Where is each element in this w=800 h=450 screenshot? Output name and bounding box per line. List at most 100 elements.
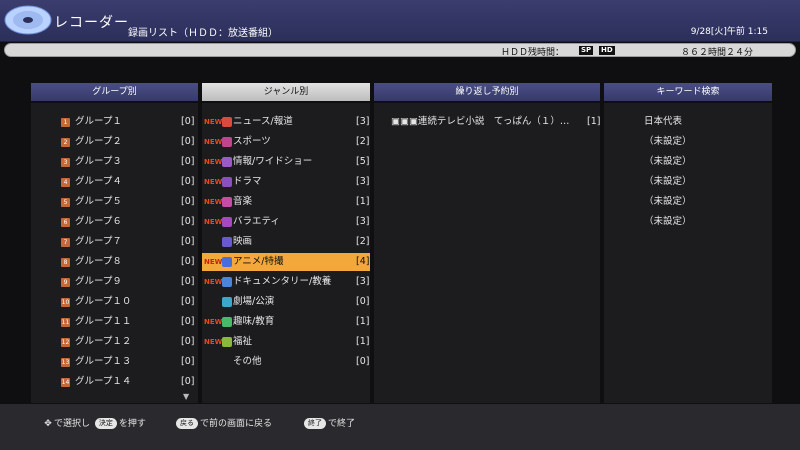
genre-row[interactable]: NEW 情報/ワイドショー [5]: [202, 153, 370, 171]
new-tag: NEW: [204, 118, 223, 126]
genre-row[interactable]: NEW アニメ/特撮 [4]: [202, 253, 370, 271]
genre-list: NEW ニュース/報道 [3] NEW スポーツ [2] NEW 情報/ワイドショー [5] NE…: [202, 103, 370, 403]
keyword-label: （未設定）: [644, 196, 692, 207]
cross-key-icon: ✥: [44, 418, 52, 429]
genre-count: [4]: [356, 256, 370, 267]
keyword-label: （未設定）: [644, 156, 692, 167]
group-row[interactable]: 2 グループ２ [0]: [61, 133, 196, 151]
genre-name: 趣味/教育: [233, 316, 275, 327]
datetime: 9/28[火]午前 1:15: [690, 27, 768, 37]
genre-row[interactable]: NEW ドラマ [3]: [202, 173, 370, 191]
tab-repeat[interactable]: 繰り返し予約別: [374, 83, 600, 101]
group-count: [0]: [181, 236, 195, 247]
list-title: 録画リスト（ＨＤＤ：放送番組）: [128, 28, 278, 39]
tab-group[interactable]: グループ別: [31, 83, 198, 101]
keyword-row[interactable]: （未設定）: [644, 193, 764, 211]
genre-row[interactable]: NEW スポーツ [2]: [202, 133, 370, 151]
hdd-remaining-bar: ＨＤＤ残時間： SP HD ８６２時間２４分: [4, 43, 796, 58]
group-row[interactable]: 14 グループ１４ [0]: [61, 373, 196, 391]
hint-back: 戻る で前の画面に戻る: [174, 416, 272, 429]
group-row[interactable]: 4 グループ４ [0]: [61, 173, 196, 191]
tab-genre[interactable]: ジャンル別: [202, 83, 370, 101]
genre-count: [0]: [356, 356, 370, 367]
genre-row[interactable]: NEW ドキュメンタリー/教養 [3]: [202, 273, 370, 291]
genre-icon: [222, 137, 232, 147]
group-name: グループ１４: [75, 376, 132, 387]
genre-name: 福祉: [233, 336, 253, 347]
genre-row[interactable]: NEW 趣味/教育 [1]: [202, 313, 370, 331]
genre-icon: [222, 237, 232, 247]
keyword-row[interactable]: （未設定）: [644, 213, 764, 231]
group-count: [0]: [181, 376, 195, 387]
group-number-badge: 5: [61, 198, 70, 207]
genre-icon: [222, 297, 232, 307]
group-number-badge: 13: [61, 358, 70, 367]
genre-name: スポーツ: [233, 136, 271, 147]
group-name: グループ８: [75, 256, 122, 267]
group-number-badge: 2: [61, 138, 70, 147]
group-count: [0]: [181, 136, 195, 147]
genre-name: その他: [233, 356, 262, 367]
group-row[interactable]: 8 グループ８ [0]: [61, 253, 196, 271]
genre-row[interactable]: その他 [0]: [202, 353, 370, 371]
genre-icon: [222, 217, 232, 227]
end-key-icon: 終了: [304, 418, 326, 429]
group-row[interactable]: 12 グループ１２ [0]: [61, 333, 196, 351]
hint-select: ✥ で選択し 決定 を押す: [42, 416, 146, 429]
new-tag: NEW: [204, 198, 223, 206]
group-name: グループ７: [75, 236, 122, 247]
group-number-badge: 10: [61, 298, 70, 307]
genre-icon: [222, 177, 232, 187]
repeat-row[interactable]: ▣▣▣連続テレビ小説 てっぱん（１）… [1]: [391, 113, 600, 131]
group-count: [0]: [181, 296, 195, 307]
genre-row[interactable]: NEW 福祉 [1]: [202, 333, 370, 351]
new-tag: NEW: [204, 178, 223, 186]
genre-row[interactable]: NEW バラエティ [3]: [202, 213, 370, 231]
hint-end: 終了 で終了: [302, 416, 355, 429]
group-row[interactable]: 5 グループ５ [0]: [61, 193, 196, 211]
group-row[interactable]: 1 グループ１ [0]: [61, 113, 196, 131]
genre-name: バラエティ: [233, 216, 280, 227]
group-name: グループ１２: [75, 336, 132, 347]
genre-icon: [222, 277, 232, 287]
group-row[interactable]: 11 グループ１１ [0]: [61, 313, 196, 331]
tab-keyword[interactable]: キーワード検索: [604, 83, 772, 101]
group-name: グループ６: [75, 216, 122, 227]
genre-count: [5]: [356, 156, 370, 167]
genre-count: [2]: [356, 236, 370, 247]
repeat-list: ▣▣▣連続テレビ小説 てっぱん（１）… [1]: [374, 103, 600, 403]
genre-row[interactable]: NEW 音楽 [1]: [202, 193, 370, 211]
genre-count: [3]: [356, 276, 370, 287]
genre-row[interactable]: 映画 [2]: [202, 233, 370, 251]
keyword-row[interactable]: （未設定）: [644, 153, 764, 171]
keyword-row[interactable]: （未設定）: [644, 173, 764, 191]
genre-name: ドラマ: [233, 176, 262, 187]
new-tag: NEW: [204, 158, 223, 166]
keyword-label: 日本代表: [644, 116, 683, 127]
genre-name: 情報/ワイドショー: [233, 156, 313, 167]
scroll-down-icon[interactable]: ▼: [183, 392, 189, 401]
hdd-label: ＨＤＤ残時間：: [501, 48, 565, 58]
new-tag: NEW: [204, 258, 223, 266]
keyword-row[interactable]: （未設定）: [644, 133, 764, 151]
genre-icon: [222, 317, 232, 327]
new-tag: NEW: [204, 138, 223, 146]
group-number-badge: 8: [61, 258, 70, 267]
group-row[interactable]: 13 グループ１３ [0]: [61, 353, 196, 371]
genre-name: ドキュメンタリー/教養: [233, 276, 332, 287]
group-name: グループ２: [75, 136, 122, 147]
keyword-row[interactable]: 日本代表: [644, 113, 764, 131]
group-row[interactable]: 3 グループ３ [0]: [61, 153, 196, 171]
genre-count: [0]: [356, 296, 370, 307]
new-tag: NEW: [204, 218, 223, 226]
genre-count: [3]: [356, 116, 370, 127]
group-list: 1 グループ１ [0] 2 グループ２ [0] 3 グループ３ [0] 4 グループ４ [0] 5 グルー…: [31, 103, 198, 403]
group-row[interactable]: 6 グループ６ [0]: [61, 213, 196, 231]
group-row[interactable]: 7 グループ７ [0]: [61, 233, 196, 251]
group-number-badge: 4: [61, 178, 70, 187]
group-row[interactable]: 9 グループ９ [0]: [61, 273, 196, 291]
genre-row[interactable]: 劇場/公演 [0]: [202, 293, 370, 311]
group-row[interactable]: 10 グループ１０ [0]: [61, 293, 196, 311]
genre-row[interactable]: NEW ニュース/報道 [3]: [202, 113, 370, 131]
group-number-badge: 12: [61, 338, 70, 347]
